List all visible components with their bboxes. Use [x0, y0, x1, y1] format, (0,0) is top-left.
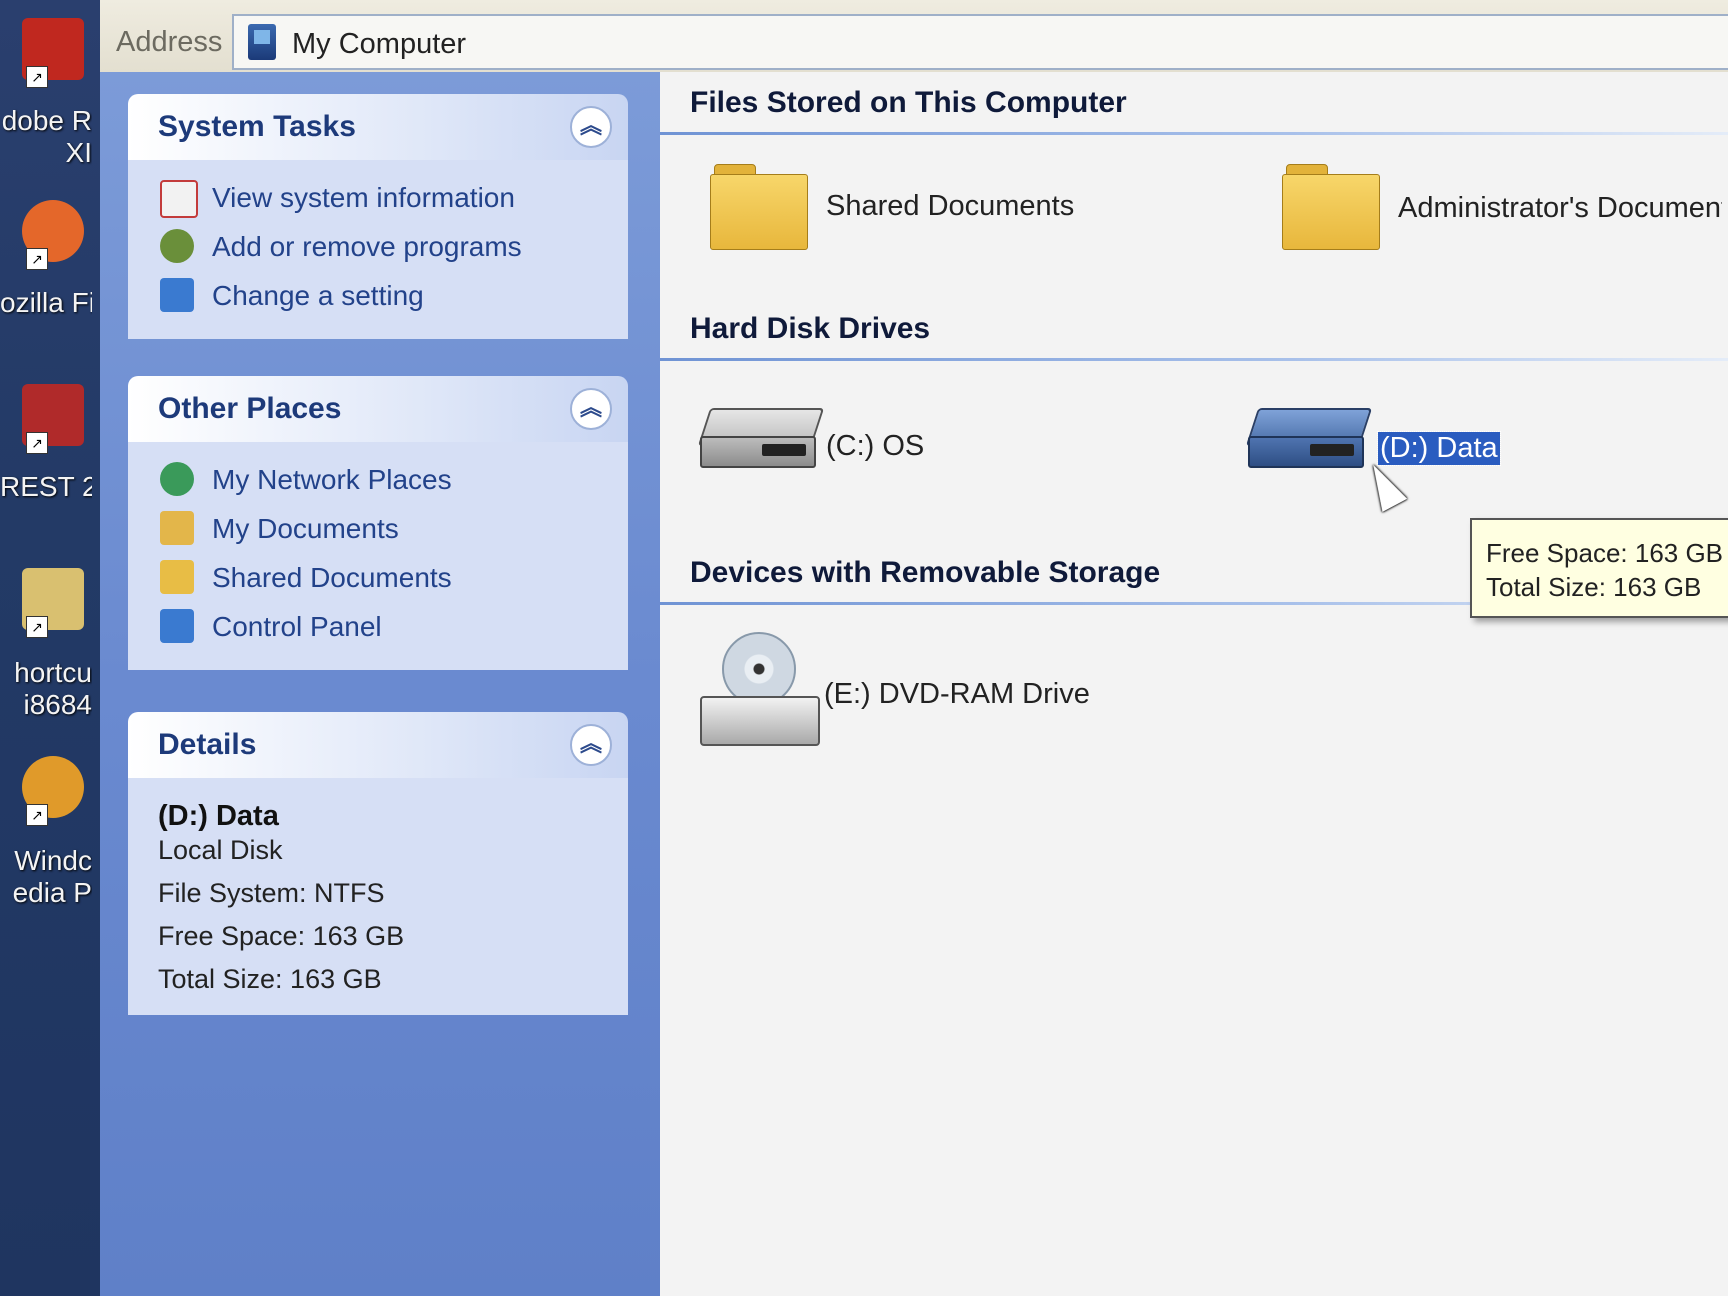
task-label[interactable]: Add or remove programs	[212, 231, 522, 263]
desktop: ↗ dobe R XI ↗ ozilla Fi ↗ REST 2 ↗ hortc…	[0, 0, 100, 1296]
group-header-hard-disk-drives: Hard Disk Drives	[690, 312, 931, 345]
panel-title: System Tasks	[158, 110, 356, 143]
item-label: Administrator's Documents	[1398, 192, 1722, 224]
item-shared-documents[interactable]: Shared Documents	[710, 164, 1130, 264]
details-panel: Details ︽ (D:) Data Local Disk File Syst…	[128, 712, 628, 1015]
task-add-remove-programs[interactable]: Add or remove programs	[128, 223, 628, 272]
panel-title: Other Places	[158, 392, 342, 425]
place-label[interactable]: My Network Places	[212, 464, 452, 496]
collapse-chevron-icon[interactable]: ︽	[570, 388, 612, 430]
group-header-files: Files Stored on This Computer	[690, 86, 1127, 119]
hard-drive-icon	[1245, 408, 1373, 470]
network-places-icon	[160, 462, 194, 496]
details-total-size: Total Size: 163 GB	[158, 964, 382, 994]
shortcut-arrow-icon: ↗	[26, 66, 48, 88]
folder-icon	[160, 560, 194, 594]
item-administrators-documents[interactable]: Administrator's Documents	[1282, 164, 1722, 264]
desktop-icon-label-line2: XI	[65, 137, 92, 168]
explorer-window: Address My Computer System Tasks ︽ View …	[100, 0, 1728, 1296]
my-documents-icon	[160, 511, 194, 545]
place-label[interactable]: Shared Documents	[212, 562, 452, 594]
shortcut-arrow-icon: ↗	[26, 248, 48, 270]
item-drive-e[interactable]: (E:) DVD-RAM Drive	[700, 632, 1120, 752]
item-drive-d[interactable]: (D:) Data	[1245, 408, 1548, 488]
address-label: Address	[116, 26, 223, 58]
group-header-removable-storage: Devices with Removable Storage	[690, 556, 1161, 589]
my-computer-icon	[248, 24, 276, 60]
dvd-drive-icon	[700, 632, 820, 746]
task-view-system-information[interactable]: View system information	[128, 174, 628, 223]
system-tasks-body: View system information Add or remove pr…	[128, 160, 628, 339]
other-places-panel: Other Places ︽ My Network Places My Docu…	[128, 376, 628, 670]
tooltip-free-space: Free Space: 163 GB	[1486, 538, 1724, 568]
task-pane: System Tasks ︽ View system information A…	[100, 72, 660, 1296]
system-tasks-panel: System Tasks ︽ View system information A…	[128, 94, 628, 339]
other-places-body: My Network Places My Documents Shared Do…	[128, 442, 628, 670]
drive-tooltip: Free Space: 163 GB Total Size: 163 GB	[1470, 518, 1728, 618]
item-drive-c[interactable]: (C:) OS	[697, 408, 1000, 488]
content-area: Files Stored on This Computer Shared Doc…	[660, 72, 1728, 1296]
details-name: (D:) Data	[158, 800, 279, 832]
add-remove-programs-icon	[160, 229, 194, 263]
desktop-icon-label-line2: edia P	[12, 877, 92, 908]
shortcut-arrow-icon: ↗	[26, 432, 48, 454]
hard-drive-icon	[697, 408, 825, 470]
task-change-a-setting[interactable]: Change a setting	[128, 272, 628, 321]
details-free-space: Free Space: 163 GB	[158, 921, 405, 951]
desktop-icon-label-line2: i8684	[23, 689, 92, 720]
control-panel-icon	[160, 278, 194, 312]
group-divider	[660, 132, 1728, 135]
shortcut-arrow-icon: ↗	[26, 616, 48, 638]
shortcut-arrow-icon: ↗	[26, 804, 48, 826]
folder-icon	[710, 164, 810, 250]
task-label[interactable]: View system information	[212, 182, 515, 214]
details-type: Local Disk	[158, 835, 283, 865]
system-tasks-header[interactable]: System Tasks ︽	[128, 94, 628, 160]
desktop-icon-label: REST 2	[0, 471, 92, 502]
place-my-documents[interactable]: My Documents	[128, 505, 628, 554]
system-info-icon	[160, 180, 198, 218]
item-label: Shared Documents	[826, 190, 1075, 222]
place-my-network-places[interactable]: My Network Places	[128, 456, 628, 505]
place-shared-documents[interactable]: Shared Documents	[128, 554, 628, 603]
item-label-selected: (D:) Data	[1377, 431, 1501, 466]
place-control-panel[interactable]: Control Panel	[128, 603, 628, 652]
details-body: (D:) Data Local Disk File System: NTFS F…	[128, 778, 628, 1015]
place-label[interactable]: Control Panel	[212, 611, 382, 643]
collapse-chevron-icon[interactable]: ︽	[570, 724, 612, 766]
item-label: (E:) DVD-RAM Drive	[824, 678, 1090, 710]
other-places-header[interactable]: Other Places ︽	[128, 376, 628, 442]
collapse-chevron-icon[interactable]: ︽	[570, 106, 612, 148]
folder-icon	[1282, 164, 1382, 250]
desktop-icon-label: ozilla Fi	[0, 287, 92, 318]
details-header[interactable]: Details ︽	[128, 712, 628, 778]
item-label: (C:) OS	[826, 430, 925, 462]
group-divider	[660, 358, 1728, 361]
desktop-icon-label: Windc	[14, 845, 92, 876]
address-field[interactable]: My Computer	[232, 14, 1728, 70]
tooltip-total-size: Total Size: 163 GB	[1486, 572, 1702, 602]
panel-title: Details	[158, 728, 257, 761]
address-bar: Address My Computer	[100, 0, 1728, 74]
address-value[interactable]: My Computer	[292, 28, 466, 61]
desktop-icon-label: hortcu	[14, 657, 92, 688]
details-file-system: File System: NTFS	[158, 878, 385, 908]
task-label[interactable]: Change a setting	[212, 280, 424, 312]
desktop-icon-label: dobe R	[1, 105, 92, 136]
control-panel-icon	[160, 609, 194, 643]
place-label[interactable]: My Documents	[212, 513, 399, 545]
